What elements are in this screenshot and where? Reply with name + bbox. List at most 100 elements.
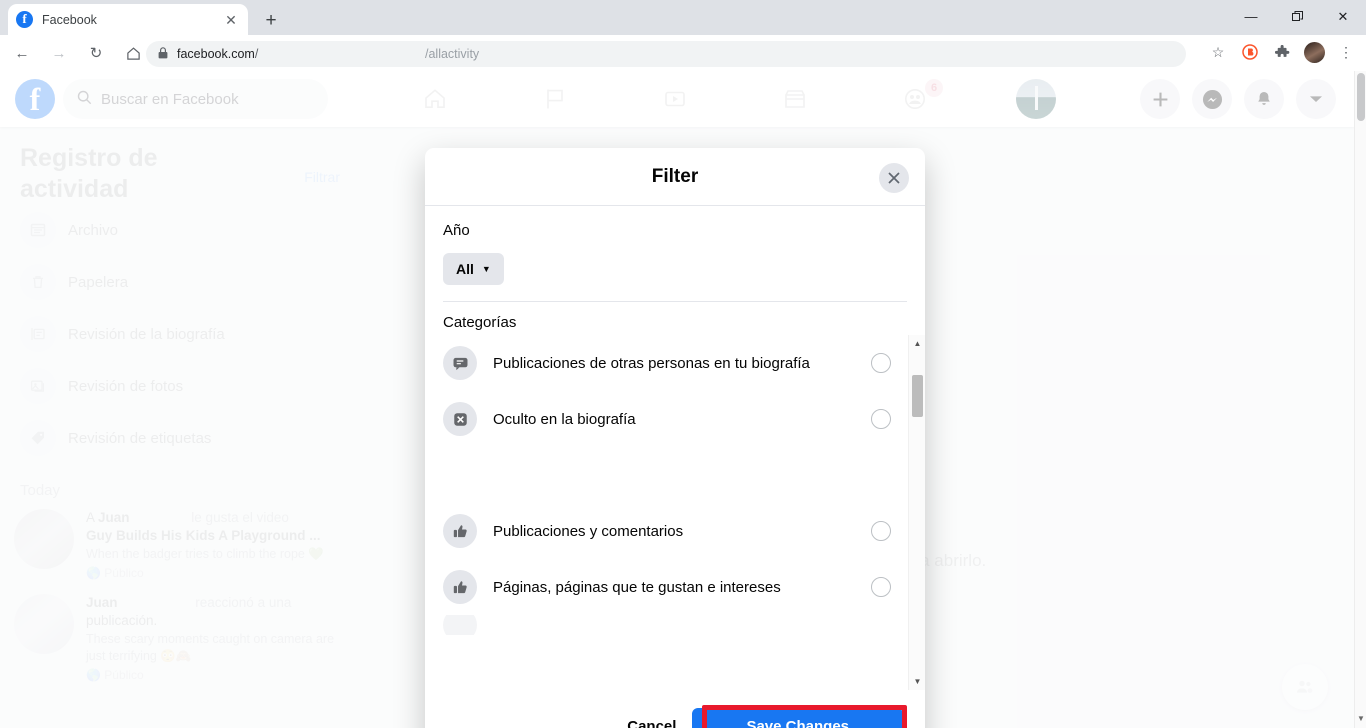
reload-icon[interactable]: ↻: [81, 38, 111, 68]
feed-headline: A Juan le gusta el video Guy Builds His …: [86, 509, 336, 544]
sidebar-item-archivo[interactable]: Archivo: [0, 204, 360, 256]
profile-avatar[interactable]: [1300, 38, 1328, 66]
nav-watch[interactable]: [625, 73, 725, 125]
category-radio[interactable]: [871, 409, 891, 429]
facebook-header: f Buscar en Facebook 6: [0, 71, 1354, 127]
back-icon[interactable]: ←: [7, 38, 37, 68]
categories-scroll-thumb[interactable]: [912, 375, 923, 417]
list-item[interactable]: Juan reaccionó a una publicación. These …: [0, 590, 360, 692]
user-avatar[interactable]: [1016, 79, 1056, 119]
nav-home[interactable]: [385, 73, 485, 125]
list-item[interactable]: A Juan le gusta el video Guy Builds His …: [0, 505, 360, 590]
timeline-review-icon: [20, 316, 56, 352]
browser-menu-icon[interactable]: ⋮: [1332, 38, 1360, 66]
toolbar-actions: ☆ ⋮: [1202, 38, 1362, 66]
category-radio[interactable]: [871, 353, 891, 373]
facebook-main-nav: 6: [385, 71, 965, 127]
search-icon: [77, 90, 92, 109]
address-bar[interactable]: facebook.com/: [146, 41, 1186, 67]
photo-review-icon: [20, 368, 56, 404]
brave-shield-icon[interactable]: [1236, 38, 1264, 66]
nav-marketplace[interactable]: [745, 73, 845, 125]
sidebar-item-revision-biografia[interactable]: Revisión de la biografía: [0, 308, 360, 360]
year-selected-value: All: [456, 261, 474, 277]
feed-snippet: These scary moments caught on camera are…: [86, 632, 335, 663]
new-tab-button[interactable]: +: [258, 8, 284, 34]
category-radio[interactable]: [871, 521, 891, 541]
thumbs-up-icon: [443, 615, 477, 635]
feed-object: publicación.: [86, 612, 158, 628]
forward-icon[interactable]: →: [44, 38, 74, 68]
archive-icon: [20, 212, 56, 248]
sidebar-item-revision-etiquetas[interactable]: Revisión de etiquetas: [0, 412, 360, 464]
scroll-up-icon[interactable]: ▲: [909, 335, 925, 352]
sidebar-item-label: Papelera: [68, 273, 129, 291]
feed-headline: Juan reaccionó a una publicación.: [86, 594, 336, 629]
scroll-down-icon[interactable]: ▼: [1355, 712, 1366, 726]
contacts-button[interactable]: [1282, 664, 1328, 710]
page-scroll-thumb[interactable]: [1357, 73, 1365, 121]
trash-icon: [20, 264, 56, 300]
category-row[interactable]: Publicaciones de otras personas en tu bi…: [425, 335, 903, 391]
sidebar-item-label: Revisión de la biografía: [68, 325, 225, 343]
feed-prefix: A: [86, 510, 99, 525]
cancel-button[interactable]: Cancel: [611, 718, 692, 728]
feed-privacy: 🌎 Público: [86, 667, 144, 682]
feed-action: le gusta el video: [191, 510, 289, 525]
page-scrollbar[interactable]: ▲ ▼: [1354, 71, 1366, 728]
extensions-puzzle-icon[interactable]: [1268, 38, 1296, 66]
category-row-partial[interactable]: [425, 615, 903, 635]
categories-list: Publicaciones de otras personas en tu bi…: [425, 335, 925, 690]
chevron-down-icon[interactable]: [1296, 79, 1336, 119]
create-button[interactable]: [1140, 79, 1180, 119]
dialog-footer: Cancel Save Changes: [425, 690, 925, 728]
nav-pages[interactable]: [505, 73, 605, 125]
bookmark-star-icon[interactable]: ☆: [1204, 38, 1232, 66]
hidden-icon: [443, 402, 477, 436]
groups-badge: 6: [925, 79, 943, 97]
tab-close-icon[interactable]: ✕: [222, 11, 240, 29]
dialog-header: Filter: [425, 148, 925, 206]
year-label: Año: [443, 222, 470, 239]
category-row[interactable]: Páginas, páginas que te gustan e interes…: [425, 559, 903, 615]
messenger-icon[interactable]: [1192, 79, 1232, 119]
browser-tab[interactable]: f Facebook ✕: [8, 4, 248, 35]
facebook-logo-icon[interactable]: f: [15, 79, 55, 119]
browser-toolbar: ← → ↻ facebook.com/ /allactivity ☆ ⋮: [0, 35, 1366, 71]
save-changes-button[interactable]: Save Changes: [692, 708, 903, 728]
close-window-icon[interactable]: ✕: [1320, 0, 1366, 33]
categories-rows: Publicaciones de otras personas en tu bi…: [425, 335, 903, 635]
filter-dialog: Filter Año All ▼ Categorías Publicacione…: [425, 148, 925, 728]
sidebar-item-label: Revisión de etiquetas: [68, 429, 212, 447]
sidebar-header: Registro de actividad Filtrar: [0, 127, 360, 204]
category-row[interactable]: Oculto en la biografía: [425, 391, 903, 447]
maximize-icon[interactable]: [1274, 0, 1320, 33]
scroll-down-icon[interactable]: ▼: [909, 673, 925, 690]
category-radio[interactable]: [871, 577, 891, 597]
avatar: [14, 509, 74, 569]
category-label: Oculto en la biografía: [493, 410, 636, 428]
categories-scrollbar[interactable]: ▲ ▼: [908, 335, 925, 690]
dialog-title: Filter: [651, 165, 699, 187]
year-dropdown[interactable]: All ▼: [443, 253, 504, 285]
minimize-icon[interactable]: —: [1228, 0, 1274, 33]
lock-icon: [158, 46, 168, 62]
feed-actor: Juan: [98, 510, 130, 525]
category-label: Publicaciones de otras personas en tu bi…: [493, 354, 810, 372]
filter-link[interactable]: Filtrar: [304, 143, 340, 185]
facebook-page: f Buscar en Facebook 6 Registro de activ…: [0, 71, 1366, 728]
sidebar-item-label: Revisión de fotos: [68, 377, 184, 395]
category-row[interactable]: Publicaciones y comentarios: [425, 503, 903, 559]
search-input[interactable]: Buscar en Facebook: [63, 79, 328, 119]
close-icon[interactable]: [879, 163, 909, 193]
home-icon[interactable]: [118, 38, 148, 68]
address-ghost-path: /allactivity: [425, 47, 480, 61]
feed-action: reaccionó a una: [195, 595, 292, 611]
nav-groups[interactable]: 6: [865, 73, 965, 125]
tab-title: Facebook: [42, 12, 97, 27]
sidebar-item-papelera[interactable]: Papelera: [0, 256, 360, 308]
bell-icon[interactable]: [1244, 79, 1284, 119]
thumbs-up-icon: [443, 570, 477, 604]
thumbs-up-icon: [443, 514, 477, 548]
sidebar-item-revision-fotos[interactable]: Revisión de fotos: [0, 360, 360, 412]
